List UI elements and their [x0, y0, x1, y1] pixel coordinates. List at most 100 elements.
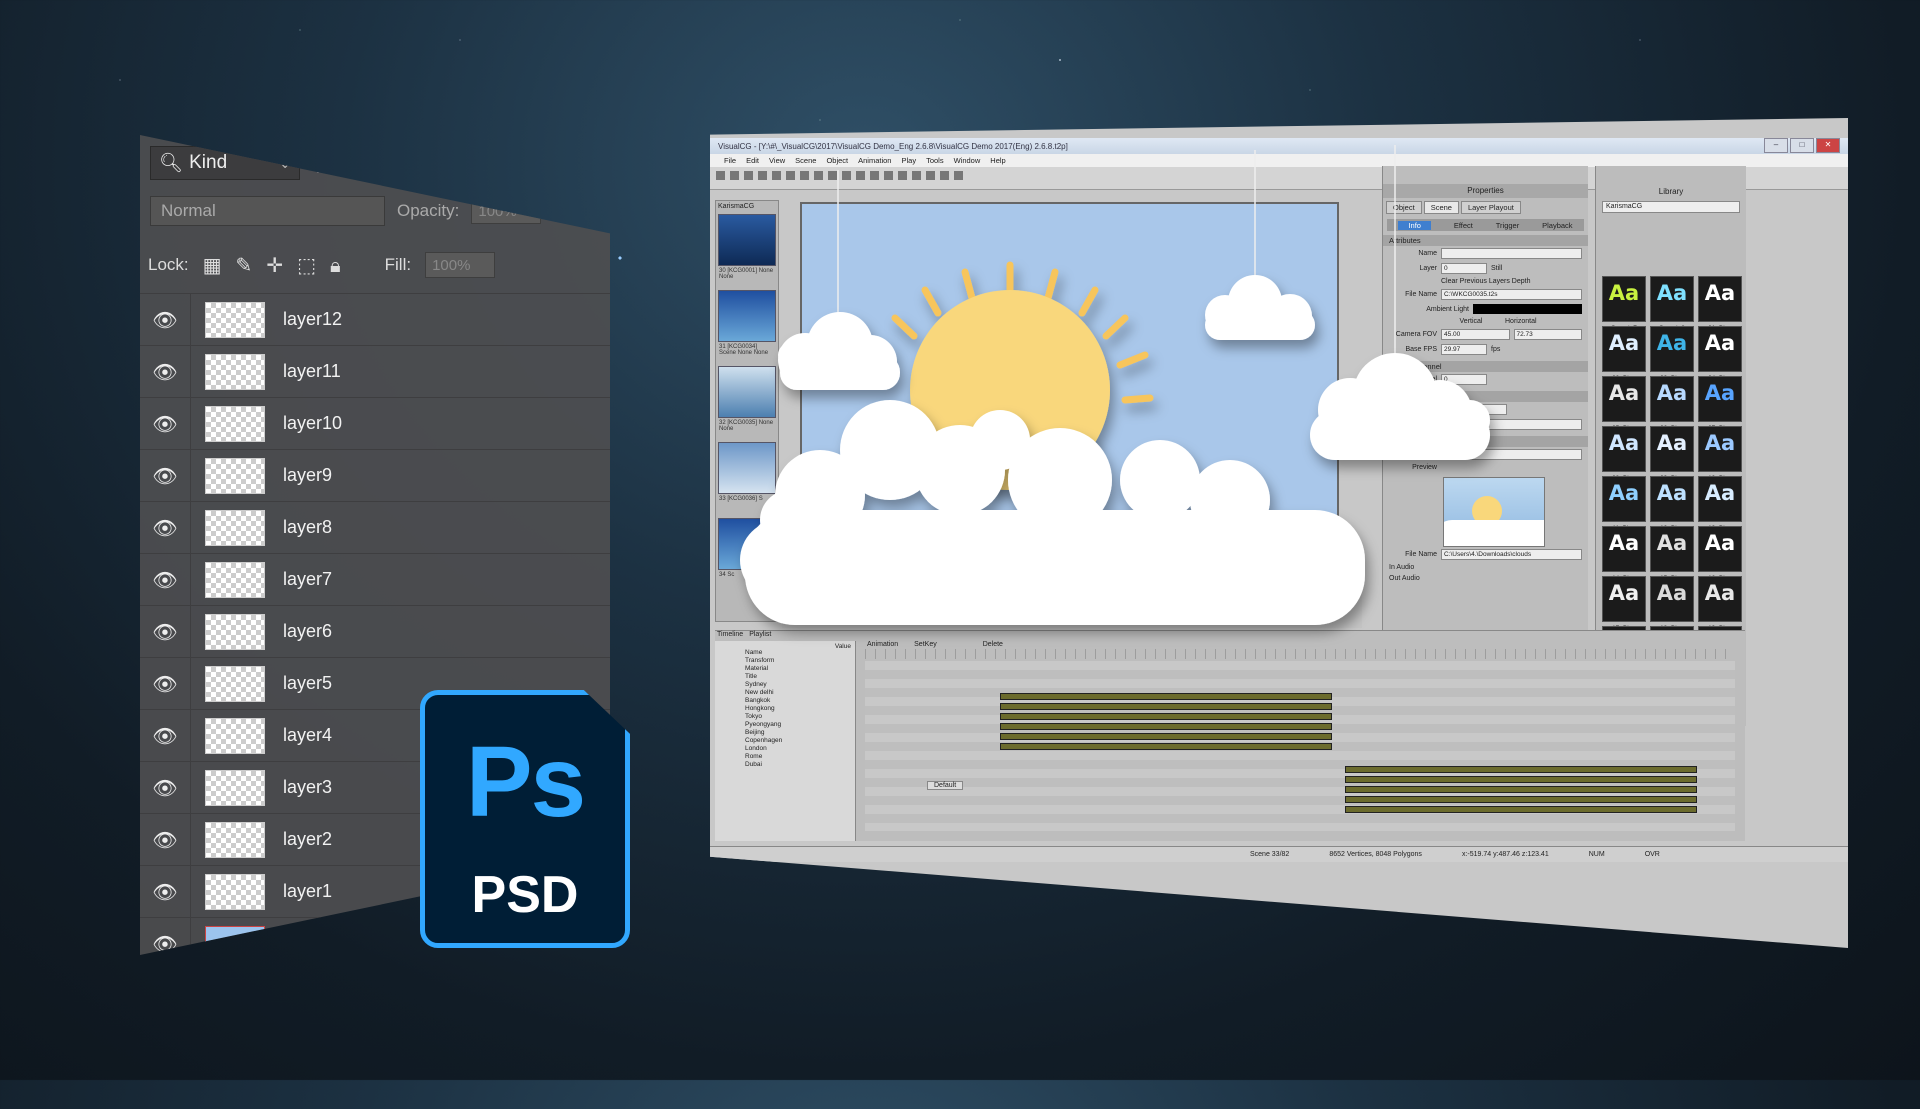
visibility-eye-icon[interactable]: 👁︎	[140, 502, 191, 553]
tab-timeline[interactable]: Timeline	[717, 631, 743, 638]
ellipse-tool-icon[interactable]	[926, 171, 935, 180]
timeline-tree-item[interactable]: Hongkong	[715, 705, 855, 713]
layer-dropdown[interactable]: 0	[1441, 263, 1487, 274]
menu-object[interactable]: Object	[826, 156, 848, 165]
layer-row[interactable]: 👁︎ layer6	[140, 605, 610, 657]
style-tile[interactable]: Aa01_Blue	[1698, 276, 1742, 332]
timeline-tree-item[interactable]: New delhi	[715, 689, 855, 697]
fov-vertical-field[interactable]: 45.00	[1441, 329, 1510, 340]
artboard-icon[interactable]: ⬚	[297, 253, 316, 277]
keyframe-track[interactable]	[1345, 766, 1697, 773]
menu-play[interactable]: Play	[901, 156, 916, 165]
visibility-eye-icon[interactable]: 👁︎	[140, 762, 191, 813]
x-field[interactable]: 0.00	[897, 606, 921, 615]
tab-layer-playout[interactable]: Layer Playout	[1460, 201, 1521, 214]
library-source-dropdown[interactable]: KarismaCG	[1602, 201, 1740, 213]
style-tile[interactable]: Aa06_Blue	[1650, 376, 1694, 432]
rotate-icon[interactable]	[856, 171, 865, 180]
visibility-eye-icon[interactable]: 👁︎	[140, 814, 191, 865]
layer-row[interactable]: 👁︎ layer7	[140, 553, 610, 605]
bg-type-dropdown[interactable]: Texture	[1441, 449, 1582, 460]
tab-animation[interactable]: Animation	[867, 641, 898, 648]
keyframe-track[interactable]	[1000, 723, 1332, 730]
scene-thumbnail[interactable]	[718, 290, 776, 342]
menu-view[interactable]: View	[769, 156, 785, 165]
scale-icon[interactable]	[870, 171, 879, 180]
style-tile[interactable]: Aa03_Blue	[1650, 326, 1694, 382]
subtab-playback[interactable]: Playback	[1542, 221, 1572, 230]
blend-mode-dropdown[interactable]: Normal	[150, 196, 385, 226]
move-icon[interactable]: ✛	[266, 253, 283, 277]
view-dropdown[interactable]: Perspective	[786, 592, 833, 601]
close-button[interactable]: ✕	[1816, 138, 1840, 153]
fill-field[interactable]: 100%	[425, 252, 496, 278]
style-tile[interactable]: Aa19_Blue	[1698, 576, 1742, 632]
style-tile[interactable]: Aa15_Blue	[1650, 526, 1694, 582]
layer-row[interactable]: 👁︎ layer11	[140, 345, 610, 397]
open-icon[interactable]	[730, 171, 739, 180]
layer-row[interactable]: 👁︎ layer12	[140, 293, 610, 345]
menu-help[interactable]: Help	[990, 156, 1005, 165]
timeline-tree-item[interactable]: Title	[715, 673, 855, 681]
timeline-tree-item[interactable]: Copenhagen	[715, 737, 855, 745]
scene-thumbnail[interactable]	[718, 442, 776, 494]
fov-horizontal-field[interactable]: 72.73	[1513, 329, 1582, 340]
menu-file[interactable]: File	[724, 156, 736, 165]
ambient-color-swatch[interactable]	[1473, 304, 1582, 314]
style-tile[interactable]: Aa14_Blue	[1602, 526, 1646, 582]
tab-scene[interactable]: Scene	[1423, 201, 1459, 214]
maximize-button[interactable]: □	[1790, 138, 1814, 153]
scene-thumbnail[interactable]	[718, 518, 776, 570]
brush-icon[interactable]: ✎	[236, 253, 253, 277]
fps-dropdown[interactable]: 29.97	[1441, 344, 1487, 355]
menu-animation[interactable]: Animation	[858, 156, 891, 165]
rect-tool-icon[interactable]	[912, 171, 921, 180]
scene-thumbnail-selected[interactable]	[718, 366, 776, 418]
tab-setkey[interactable]: SetKey	[914, 641, 937, 648]
menu-tools[interactable]: Tools	[926, 156, 944, 165]
bg-file-field[interactable]: C:\Users\4.\Downloads\clouds	[1441, 549, 1582, 560]
menu-scene[interactable]: Scene	[795, 156, 816, 165]
style-tile[interactable]: Aa02_Blue	[1602, 326, 1646, 382]
visibility-eye-icon[interactable]: 👁︎	[140, 606, 191, 657]
paste-icon[interactable]	[786, 171, 795, 180]
star-tool-icon[interactable]	[940, 171, 949, 180]
visibility-eye-icon[interactable]: 👁︎	[140, 866, 191, 917]
subtab-effect[interactable]: Effect	[1454, 221, 1473, 230]
timeline-tree-item[interactable]: Rome	[715, 753, 855, 761]
time-field[interactable]: 00:00:02:10	[1441, 404, 1507, 415]
style-tile[interactable]: Aa11_Blue	[1602, 476, 1646, 532]
style-tile[interactable]: Aa13_Blue	[1698, 476, 1742, 532]
keyframe-track[interactable]	[1000, 713, 1332, 720]
save-icon[interactable]	[744, 171, 753, 180]
redo-icon[interactable]	[814, 171, 823, 180]
timeline-tree-item[interactable]: Bangkok	[715, 697, 855, 705]
timeline-tree-item[interactable]: London	[715, 745, 855, 753]
delete-button[interactable]: Delete	[983, 641, 1003, 648]
layer-row[interactable]: 👁︎ layer10	[140, 397, 610, 449]
background-section[interactable]: Background	[1383, 436, 1588, 447]
subtab-info[interactable]: Info	[1398, 220, 1431, 230]
timeline-track-area[interactable]	[865, 649, 1735, 831]
timeline-tree-item[interactable]: Tokyo	[715, 713, 855, 721]
style-tile[interactable]: AaSample8	[1650, 276, 1694, 332]
lock-transparency-icon[interactable]: ▦	[203, 253, 222, 277]
style-tile[interactable]: Aa12_Blue	[1650, 476, 1694, 532]
view-mode-dropdown[interactable]: Default	[927, 781, 964, 790]
y-field[interactable]: 0.00	[957, 606, 981, 615]
style-tile[interactable]: Aa08_Blue	[1602, 426, 1646, 482]
tab-playlist[interactable]: Playlist	[749, 631, 771, 638]
keyframe-track[interactable]	[1000, 743, 1332, 750]
line-tool-icon[interactable]	[898, 171, 907, 180]
tool-dropdown[interactable]: Move	[830, 606, 858, 615]
mode-dropdown[interactable]: Single	[790, 606, 820, 615]
out-audio-radio[interactable]: Out Audio	[1389, 575, 1420, 582]
subtab-trigger[interactable]: Trigger	[1496, 221, 1519, 230]
style-tile[interactable]: AaSample7	[1602, 276, 1646, 332]
style-tile[interactable]: Aa16_Blue	[1698, 526, 1742, 582]
select-icon[interactable]	[828, 171, 837, 180]
timeline-tree-item[interactable]: Pyeongyang	[715, 721, 855, 729]
new-icon[interactable]	[716, 171, 725, 180]
text-tool-icon[interactable]	[884, 171, 893, 180]
clear-depth-checkbox[interactable]: Clear Previous Layers Depth	[1441, 278, 1531, 285]
